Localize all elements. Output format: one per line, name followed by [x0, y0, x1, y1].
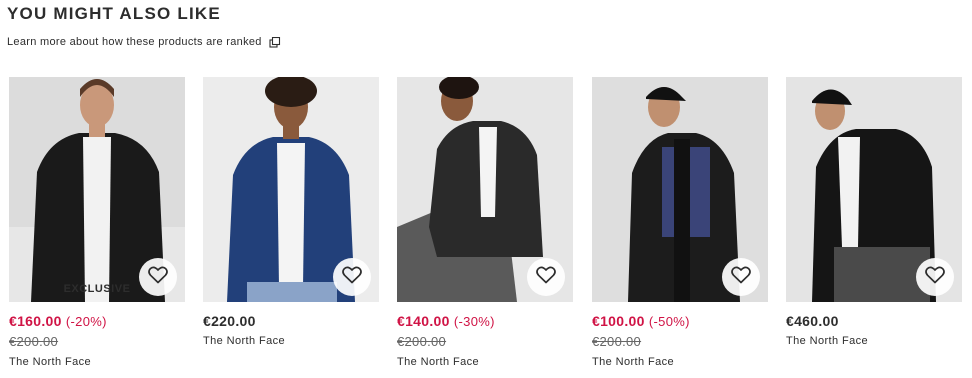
product-carousel: EXCLUSIVE €160.00 (-20%) €200.00 The Nor…	[0, 77, 972, 378]
previous-price: €200.00	[397, 334, 447, 349]
previous-price: €200.00	[592, 334, 642, 349]
current-price: €220.00	[203, 313, 256, 329]
product-card[interactable]: €460.00 The North Face	[786, 77, 962, 378]
ranking-info-label: Learn more about how these products are …	[7, 36, 262, 48]
current-price: €100.00	[592, 313, 645, 329]
section-title: YOU MIGHT ALSO LIKE	[7, 4, 221, 23]
product-card[interactable]: €220.00 The North Face	[203, 77, 379, 378]
current-price: €160.00	[9, 313, 62, 329]
previous-price: €200.00	[9, 334, 59, 349]
product-brand[interactable]: The North Face	[786, 335, 868, 347]
product-brand[interactable]: The North Face	[592, 356, 674, 368]
save-for-later-button[interactable]	[916, 258, 954, 296]
heart-icon	[925, 266, 945, 289]
heart-icon	[342, 266, 362, 289]
discount-label: (-30%)	[453, 314, 495, 329]
product-price: €460.00	[786, 313, 839, 329]
heart-icon	[536, 266, 556, 289]
product-price: €220.00	[203, 313, 256, 329]
product-card[interactable]: EXCLUSIVE €160.00 (-20%) €200.00 The Nor…	[9, 77, 185, 378]
product-brand[interactable]: The North Face	[203, 335, 285, 347]
current-price: €460.00	[786, 313, 839, 329]
heart-icon	[148, 266, 168, 289]
product-price: €100.00 (-50%)	[592, 313, 690, 329]
ranking-info-link[interactable]: Learn more about how these products are …	[7, 36, 281, 48]
discount-label: (-50%)	[648, 314, 690, 329]
save-for-later-button[interactable]	[139, 258, 177, 296]
product-brand[interactable]: The North Face	[9, 356, 91, 368]
save-for-later-button[interactable]	[333, 258, 371, 296]
product-brand[interactable]: The North Face	[397, 356, 479, 368]
external-link-icon	[269, 36, 281, 48]
product-card[interactable]: €140.00 (-30%) €200.00 The North Face	[397, 77, 573, 378]
save-for-later-button[interactable]	[527, 258, 565, 296]
product-price: €140.00 (-30%)	[397, 313, 495, 329]
heart-icon	[731, 266, 751, 289]
product-price: €160.00 (-20%)	[9, 313, 107, 329]
product-card[interactable]: €100.00 (-50%) €200.00 The North Face	[592, 77, 768, 378]
discount-label: (-20%)	[65, 314, 107, 329]
save-for-later-button[interactable]	[722, 258, 760, 296]
current-price: €140.00	[397, 313, 450, 329]
